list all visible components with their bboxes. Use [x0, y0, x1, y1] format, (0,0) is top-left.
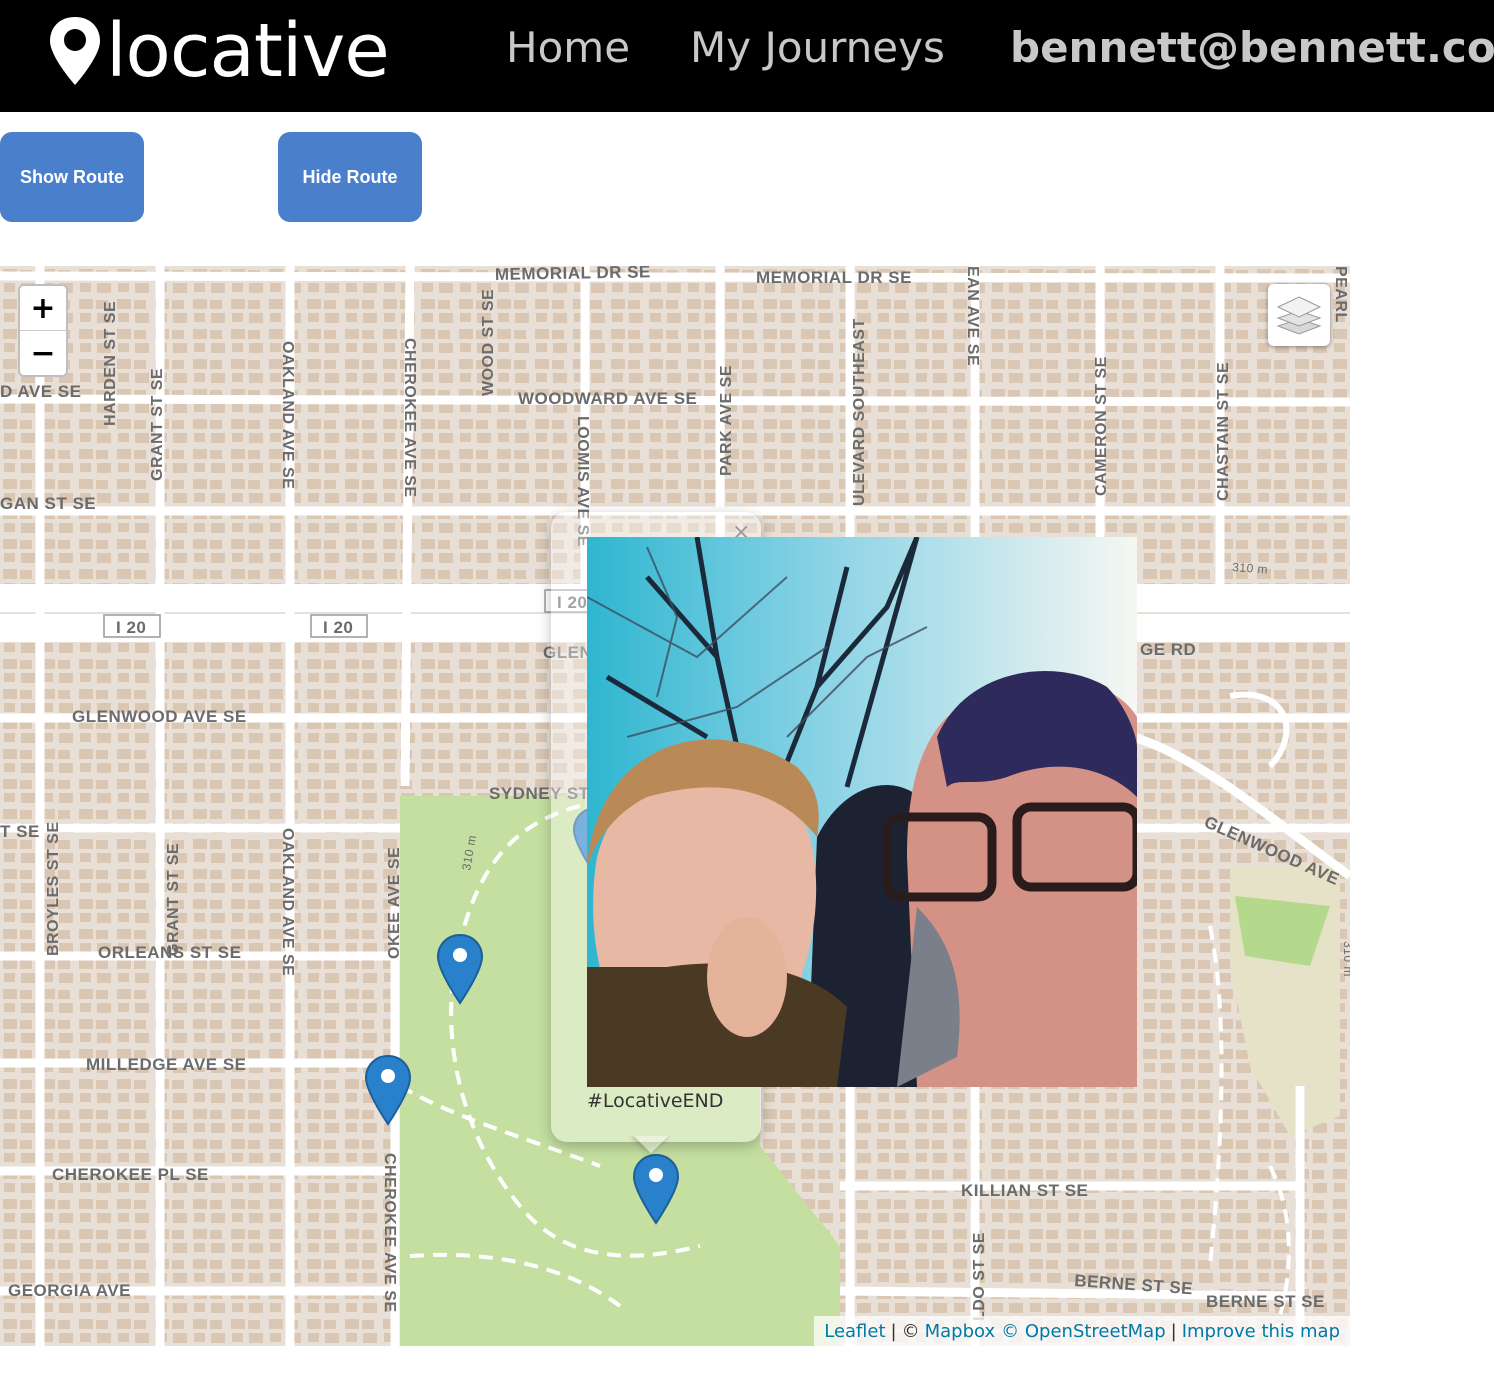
distance-label: 310 m: [1232, 560, 1269, 576]
street-label: BERNE ST SE: [1206, 1292, 1325, 1311]
brand-logo-link[interactable]: locative: [46, 6, 390, 96]
street-label: WOOD ST SE: [480, 289, 497, 396]
map-pin-icon: [50, 17, 100, 85]
top-navbar: locative Home My Journeys bennett@bennet…: [0, 0, 1494, 112]
distance-label: 310 m: [1341, 941, 1350, 977]
zoom-out-button[interactable]: −: [20, 330, 66, 375]
attribution-separator: |: [1170, 1320, 1177, 1342]
popup-tip: [628, 1136, 674, 1160]
street-label: ULEVARD SOUTHEAST: [851, 318, 868, 506]
street-label: I 20: [323, 618, 353, 637]
minus-icon: −: [30, 335, 56, 371]
nav-home-link[interactable]: Home: [506, 20, 630, 76]
layers-icon: [1276, 296, 1322, 335]
street-label: CHASTAIN ST SE: [1215, 362, 1232, 501]
hide-route-button[interactable]: Hide Route: [278, 132, 422, 222]
map-pin-icon[interactable]: [436, 933, 484, 1005]
street-label: GLENWOOD AVE SE: [72, 707, 247, 726]
nav-user-account-link[interactable]: bennett@bennett.com: [1010, 20, 1494, 76]
street-label: GRANT ST SE: [149, 368, 166, 481]
street-label: GE RD: [1140, 640, 1196, 659]
brand-name: locative: [106, 8, 390, 94]
street-label: LDO ST SE: [971, 1232, 988, 1321]
street-label: OAKLAND AVE SE: [279, 828, 296, 976]
street-label: EAN AVE SE: [964, 266, 981, 366]
map-container[interactable]: MEMORIAL DR SE MEMORIAL DR SE WOODWARD A…: [0, 266, 1350, 1346]
improve-map-link[interactable]: Improve this map: [1182, 1321, 1340, 1342]
street-label: GAN ST SE: [0, 494, 96, 513]
show-route-button[interactable]: Show Route: [0, 132, 144, 222]
street-label: MEMORIAL DR SE: [495, 266, 651, 284]
copyright-symbol: ©: [901, 1320, 920, 1342]
street-label: CAMERON ST SE: [1093, 356, 1110, 496]
openstreetmap-link[interactable]: © OpenStreetMap: [1001, 1321, 1165, 1342]
street-label: T SE: [0, 822, 40, 841]
nav-my-journeys-link[interactable]: My Journeys: [690, 20, 945, 76]
street-label: GEORGIA AVE: [8, 1281, 131, 1300]
street-label: I 20: [116, 618, 146, 637]
street-label: CHEROKEE PL SE: [52, 1165, 209, 1184]
mapbox-link[interactable]: Mapbox: [925, 1321, 996, 1342]
street-label: KILLIAN ST SE: [961, 1181, 1088, 1200]
leaflet-link[interactable]: Leaflet: [824, 1321, 885, 1342]
street-label: D AVE SE: [0, 382, 81, 401]
street-label: ORLEANS ST SE: [98, 943, 241, 962]
street-label: OKEE AVE SE: [386, 847, 403, 959]
street-label: BROYLES ST SE: [45, 821, 62, 956]
street-label: PARK AVE SE: [718, 365, 735, 476]
plus-icon: +: [30, 290, 56, 326]
map-pin-icon[interactable]: [364, 1054, 412, 1126]
attribution-separator: |: [890, 1320, 897, 1342]
zoom-control: + −: [18, 284, 68, 377]
layers-control-button[interactable]: [1268, 284, 1330, 346]
street-label: OAKLAND AVE SE: [279, 341, 296, 489]
street-label: CHEROKEE AVE SE: [381, 1153, 398, 1313]
street-label: PEARL: [1332, 266, 1349, 323]
map-attribution: Leaflet | © Mapbox © OpenStreetMap | Imp…: [814, 1316, 1350, 1346]
street-label: HARDEN ST SE: [102, 301, 119, 426]
street-label: MILLEDGE AVE SE: [86, 1055, 247, 1074]
zoom-in-button[interactable]: +: [20, 286, 66, 330]
street-label: GRANT ST SE: [165, 843, 182, 956]
popup-photo: [587, 537, 1137, 1087]
popup-caption: #LocativeEND: [587, 1090, 724, 1112]
map-pin-icon[interactable]: [632, 1153, 680, 1225]
street-label: CHEROKEE AVE SE: [401, 338, 418, 498]
street-label: MEMORIAL DR SE: [756, 268, 912, 287]
street-label: WOODWARD AVE SE: [518, 389, 697, 408]
